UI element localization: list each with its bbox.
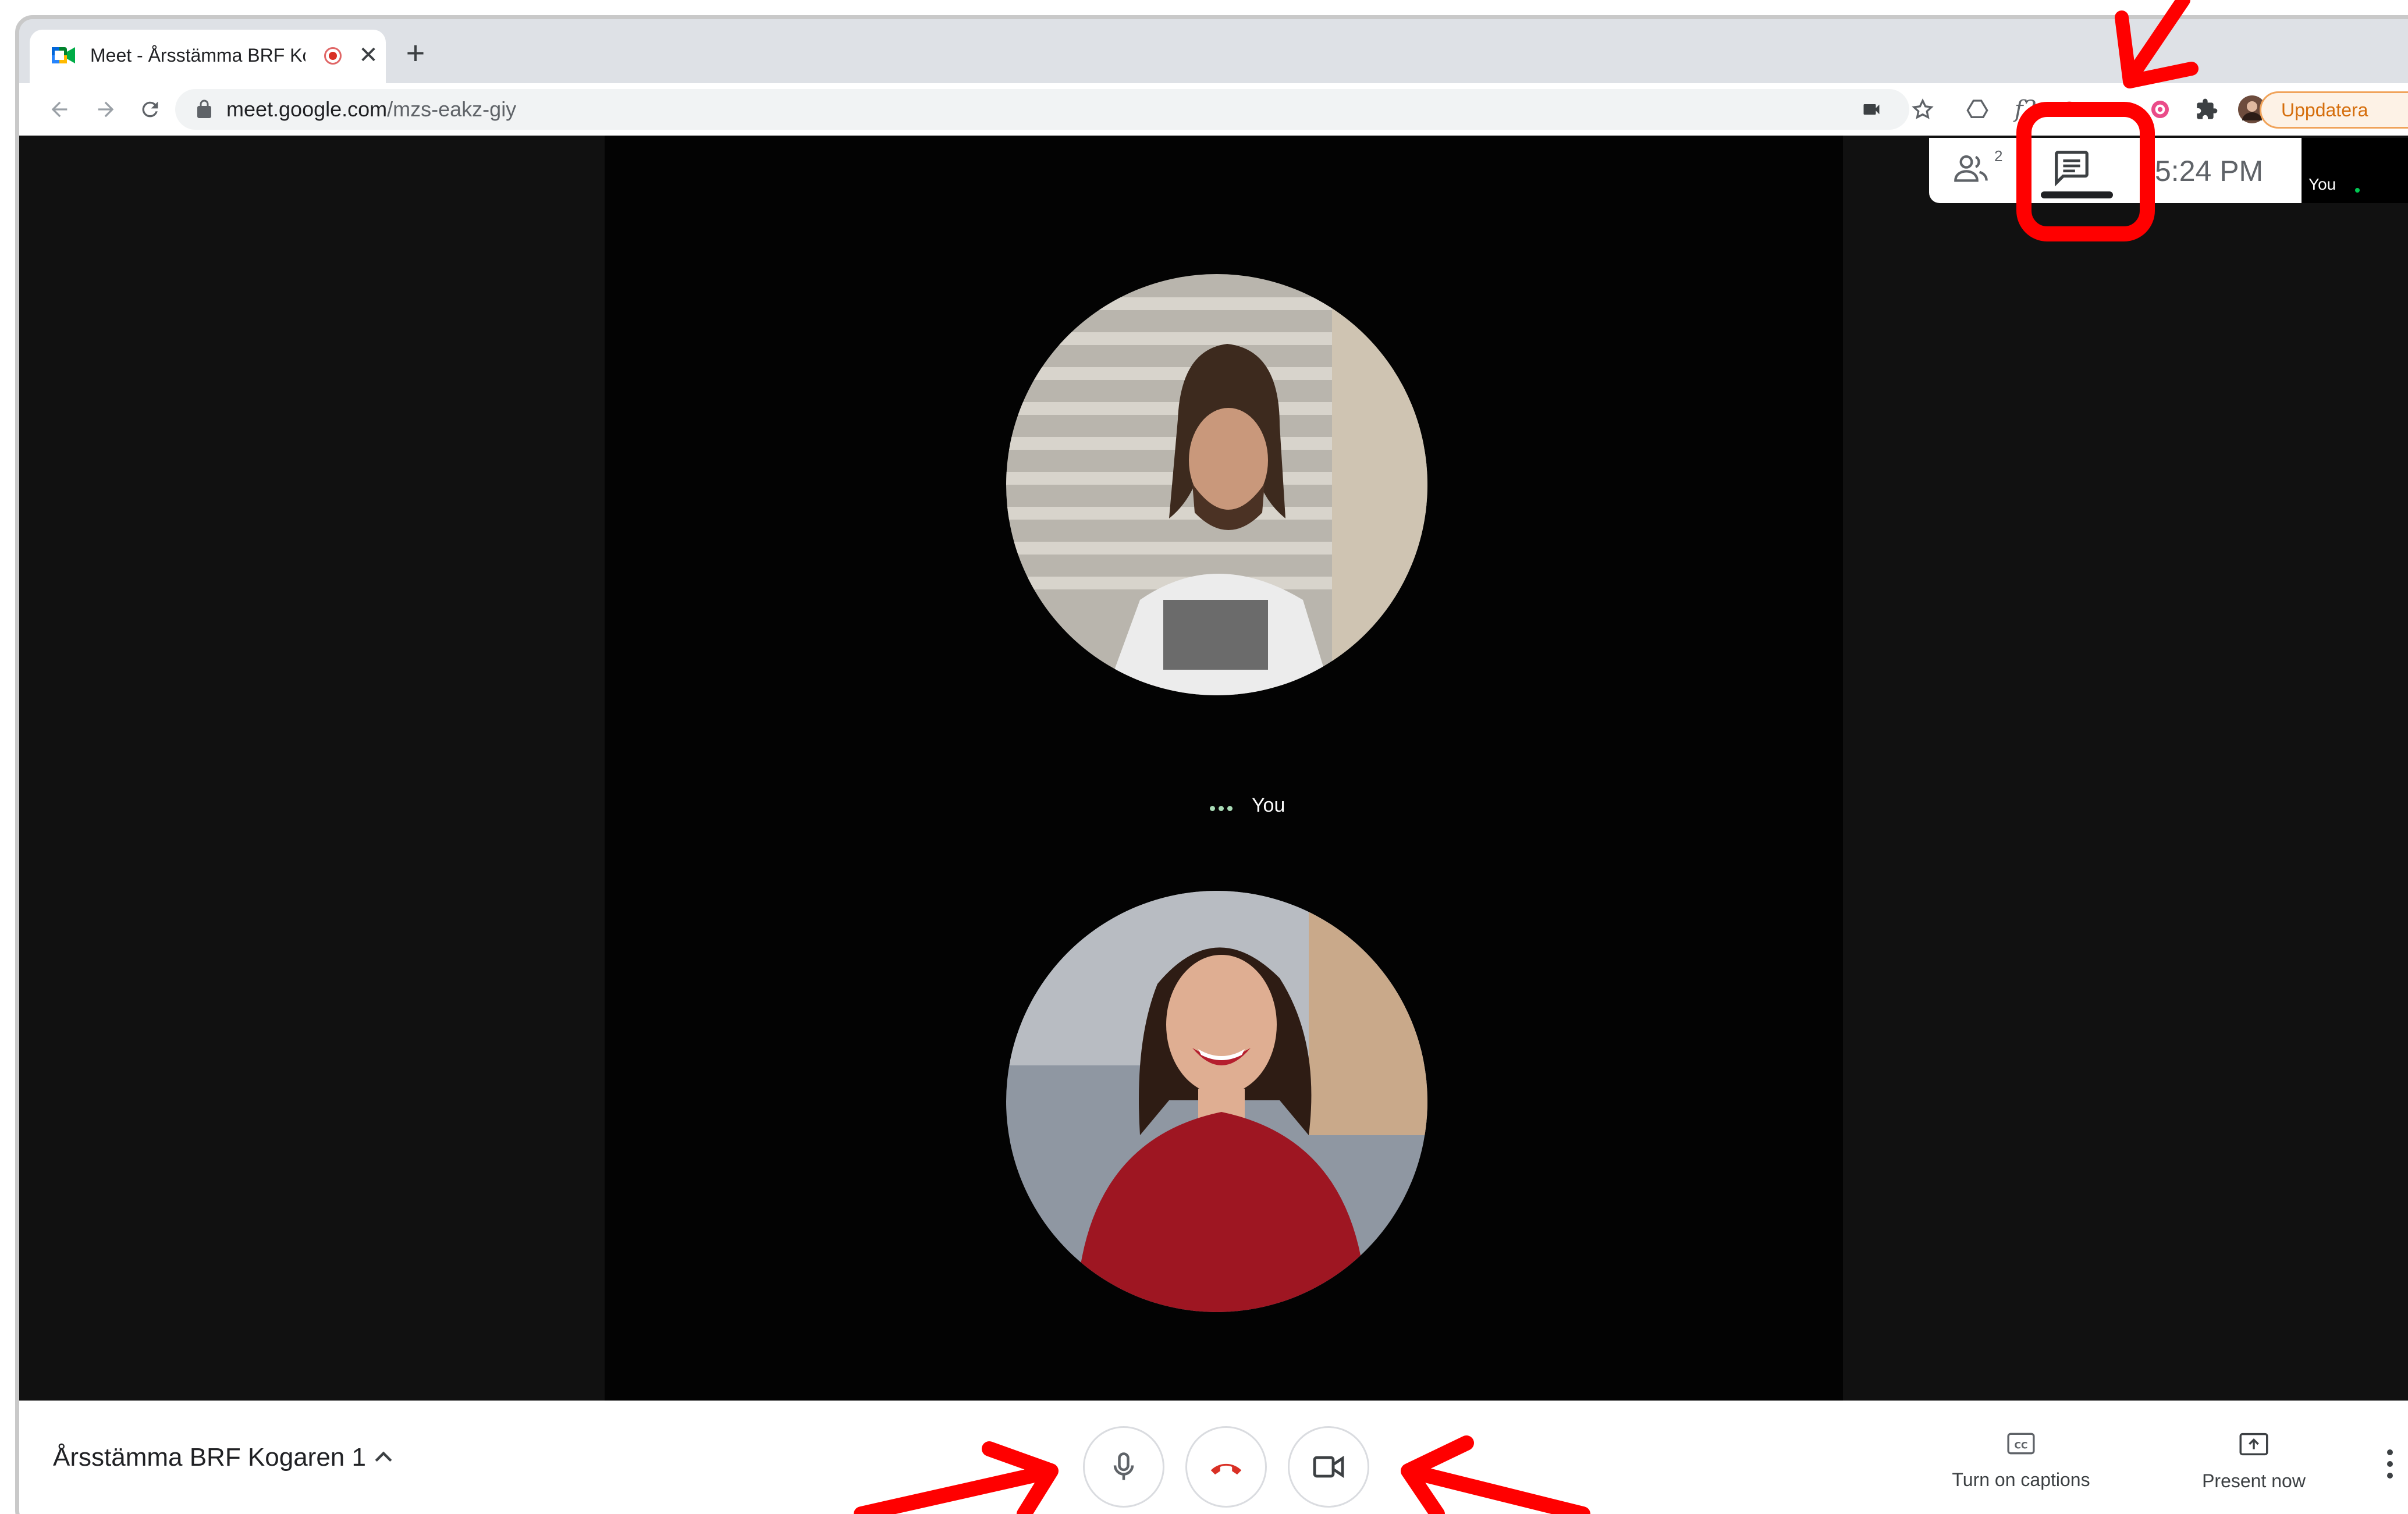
hang-up-icon bbox=[1210, 1463, 1242, 1475]
participant-count: 2 bbox=[1994, 147, 2003, 165]
page: Meet - Årsstämma BRF Ko ✕ + meet.google.… bbox=[0, 0, 2408, 1514]
extension-blue-icon[interactable] bbox=[2099, 95, 2128, 124]
chevron-up-icon[interactable] bbox=[371, 1445, 396, 1470]
google-meet-icon bbox=[52, 47, 75, 63]
url-host: meet.google.com bbox=[226, 97, 388, 121]
url-path: /mzs-eakz-giy bbox=[387, 97, 517, 121]
participant-avatar-woman bbox=[1006, 891, 1427, 1312]
forward-icon[interactable] bbox=[91, 95, 120, 124]
captions-button[interactable]: CC Turn on captions bbox=[1934, 1431, 2108, 1501]
extension-target-icon[interactable] bbox=[2146, 95, 2175, 124]
more-options-icon[interactable] bbox=[2378, 1444, 2402, 1484]
chat-icon bbox=[2055, 151, 2089, 187]
extension-red-icon[interactable] bbox=[2055, 95, 2084, 124]
people-icon bbox=[1954, 155, 1988, 182]
participant-avatar-man bbox=[1006, 274, 1427, 695]
url-text: meet.google.com/mzs-eakz-giy bbox=[226, 95, 516, 124]
browser-tab-meet[interactable]: Meet - Årsstämma BRF Ko ✕ bbox=[30, 30, 386, 83]
present-now-button[interactable]: Present now bbox=[2172, 1431, 2335, 1501]
formula-icon[interactable]: f? bbox=[2011, 95, 2040, 124]
self-view-tile[interactable]: You bbox=[2302, 138, 2408, 203]
microphone-button[interactable] bbox=[1083, 1426, 1164, 1508]
lock-icon bbox=[197, 99, 211, 118]
back-icon[interactable] bbox=[45, 95, 74, 124]
video-camera-icon bbox=[1313, 1455, 1344, 1479]
meeting-control-bar: Årsstämma BRF Kogaren 1 CC Turn on capti… bbox=[19, 1401, 2408, 1514]
browser-toolbar: meet.google.com/mzs-eakz-giy f? Uppdater… bbox=[19, 83, 2408, 136]
new-tab-button[interactable]: + bbox=[401, 37, 430, 69]
browser-window: Meet - Årsstämma BRF Ko ✕ + meet.google.… bbox=[15, 15, 2408, 1514]
recording-dot-icon bbox=[324, 47, 342, 65]
camera-button[interactable] bbox=[1288, 1426, 1369, 1508]
speaking-indicator-icon bbox=[1210, 802, 1239, 814]
present-now-label: Present now bbox=[2202, 1470, 2306, 1491]
camera-indicator-icon[interactable] bbox=[1857, 95, 1886, 124]
microphone-icon bbox=[1113, 1452, 1134, 1480]
drive-icon[interactable] bbox=[1963, 95, 1992, 124]
puzzle-icon[interactable] bbox=[2192, 95, 2221, 124]
chat-active-indicator bbox=[2041, 191, 2113, 198]
chat-button[interactable] bbox=[2051, 147, 2098, 188]
meet-video-area: You 2 5:24 PM You bbox=[19, 136, 2408, 1401]
meeting-clock: 5:24 PM bbox=[2155, 155, 2264, 187]
present-screen-icon bbox=[2239, 1433, 2268, 1456]
tab-strip: Meet - Årsstämma BRF Ko ✕ + bbox=[19, 19, 2408, 83]
hang-up-button[interactable] bbox=[1185, 1426, 1267, 1508]
star-icon[interactable] bbox=[1908, 95, 1937, 124]
tab-close-icon[interactable]: ✕ bbox=[357, 41, 380, 69]
svg-text:CC: CC bbox=[2015, 1440, 2028, 1451]
speaker-label: You bbox=[1252, 794, 1285, 816]
tab-title: Meet - Årsstämma BRF Ko bbox=[90, 45, 306, 66]
closed-captions-icon: CC bbox=[2007, 1433, 2035, 1455]
address-bar[interactable]: meet.google.com/mzs-eakz-giy bbox=[175, 89, 1909, 130]
reload-icon[interactable] bbox=[136, 95, 165, 124]
self-view-label: You bbox=[2308, 175, 2336, 193]
main-stage: You bbox=[605, 136, 1843, 1401]
update-button[interactable]: Uppdatera bbox=[2260, 91, 2408, 129]
meeting-title[interactable]: Årsstämma BRF Kogaren 1 bbox=[53, 1439, 366, 1476]
meeting-info-panel: 2 5:24 PM bbox=[1929, 138, 2302, 203]
captions-label: Turn on captions bbox=[1952, 1469, 2090, 1490]
people-button[interactable]: 2 bbox=[1952, 147, 2003, 191]
self-speaking-dot bbox=[2355, 188, 2360, 193]
